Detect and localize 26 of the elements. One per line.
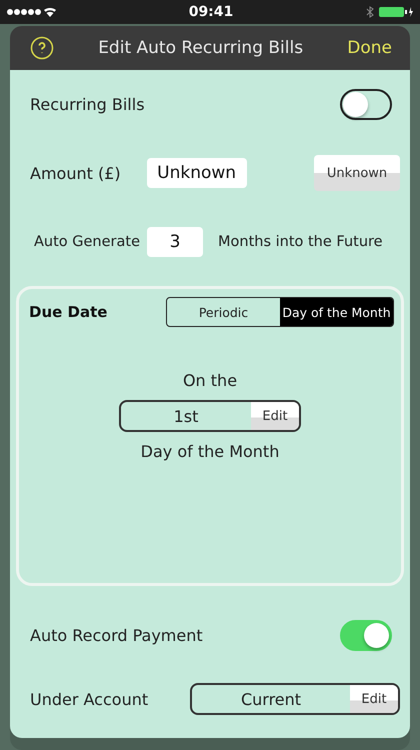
edit-button[interactable]: Edit xyxy=(251,402,299,430)
help-icon[interactable] xyxy=(30,36,54,60)
recurring-bills-label: Recurring Bills xyxy=(30,94,145,114)
due-date-title: Due Date xyxy=(28,303,108,321)
window-title: Edit Auto Recurring Bills xyxy=(98,38,304,58)
status-time: 09:41 xyxy=(188,4,234,20)
day-of-month-label: Day of the Month xyxy=(140,442,280,461)
auto-record-label: Auto Record Payment xyxy=(30,626,203,644)
battery-icon xyxy=(364,6,414,18)
months-field[interactable]: 3 xyxy=(147,227,203,257)
segment-tab[interactable]: Periodic xyxy=(167,298,280,326)
auto-record-toggle[interactable] xyxy=(340,620,392,650)
unknown-button[interactable]: Unknown xyxy=(314,155,400,191)
amount-label: Amount (£) xyxy=(30,164,121,182)
on-the-label: On the xyxy=(182,371,238,390)
edit-button[interactable]: Edit xyxy=(350,685,398,713)
done-button[interactable]: Done xyxy=(347,38,392,58)
account-value: Current xyxy=(240,690,302,708)
segment-tab[interactable]: Day of the Month xyxy=(280,298,393,326)
day-value: 1st xyxy=(172,406,200,426)
auto-generate-label: Auto Generate xyxy=(34,234,140,250)
recurring-bills-toggle[interactable] xyxy=(340,88,392,120)
months-suffix: Months into the Future xyxy=(218,234,383,250)
under-account-label: Under Account xyxy=(30,690,148,708)
amount-field[interactable]: Unknown xyxy=(146,158,247,188)
signal-wifi-icon xyxy=(6,6,58,18)
